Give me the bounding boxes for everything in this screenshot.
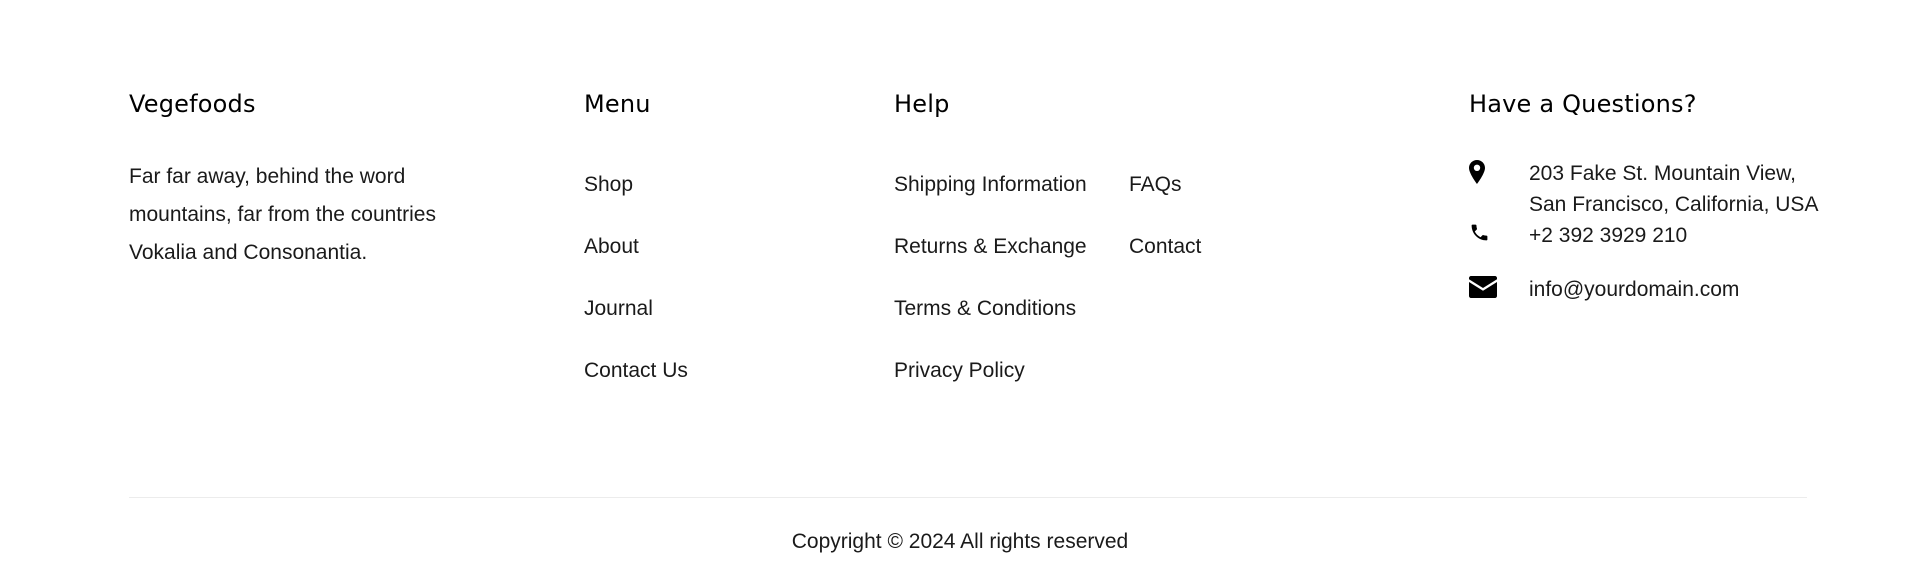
contact-list: 203 Fake St. Mountain View, San Francisc… bbox=[1469, 158, 1829, 314]
help-list-primary: Shipping Information Returns & Exchange … bbox=[894, 172, 1129, 420]
contact-email-item: info@yourdomain.com bbox=[1469, 274, 1829, 314]
help-link-faqs[interactable]: FAQs bbox=[1129, 172, 1182, 198]
help-link-returns[interactable]: Returns & Exchange bbox=[894, 234, 1087, 260]
help-title: Help bbox=[894, 90, 950, 118]
brand-title: Vegefoods bbox=[129, 90, 256, 118]
help-link-contact[interactable]: Contact bbox=[1129, 234, 1201, 260]
footer-help-column: Help Shipping Information Returns & Exch… bbox=[894, 88, 1414, 420]
copyright-text: Copyright © 2024 All rights reserved bbox=[791, 530, 1129, 553]
menu-list-item: About bbox=[584, 234, 844, 296]
contact-title: Have a Questions? bbox=[1469, 90, 1697, 118]
menu-title: Menu bbox=[584, 90, 651, 118]
footer-contact-column: Have a Questions? 203 Fake St. Mountain … bbox=[1469, 88, 1829, 314]
help-list-item: FAQs bbox=[1129, 172, 1329, 234]
menu-list-item: Shop bbox=[584, 172, 844, 234]
menu-link-about[interactable]: About bbox=[584, 234, 639, 260]
help-lists: Shipping Information Returns & Exchange … bbox=[894, 120, 1414, 420]
contact-phone-item: +2 392 3929 210 bbox=[1469, 220, 1829, 274]
help-list-item: Contact bbox=[1129, 234, 1329, 296]
menu-link-contact-us[interactable]: Contact Us bbox=[584, 358, 688, 384]
menu-link-journal[interactable]: Journal bbox=[584, 296, 653, 322]
help-link-shipping[interactable]: Shipping Information bbox=[894, 172, 1087, 198]
contact-address-text: 203 Fake St. Mountain View, San Francisc… bbox=[1529, 162, 1819, 216]
help-link-terms[interactable]: Terms & Conditions bbox=[894, 296, 1076, 322]
help-list-item: Returns & Exchange bbox=[894, 234, 1129, 296]
envelope-icon bbox=[1469, 274, 1529, 298]
contact-phone-text[interactable]: +2 392 3929 210 bbox=[1529, 220, 1687, 251]
contact-email-text[interactable]: info@yourdomain.com bbox=[1529, 274, 1739, 305]
menu-list-item: Journal bbox=[584, 296, 844, 358]
footer-brand-column: Vegefoods Far far away, behind the word … bbox=[129, 88, 489, 272]
menu-list: Shop About Journal Contact Us bbox=[584, 172, 844, 420]
footer-divider bbox=[129, 497, 1807, 498]
map-marker-icon bbox=[1469, 158, 1529, 184]
brand-description: Far far away, behind the word mountains,… bbox=[129, 165, 436, 264]
menu-link-shop[interactable]: Shop bbox=[584, 172, 633, 198]
footer-menu-column: Menu Shop About Journal Contact Us bbox=[584, 88, 844, 420]
help-link-privacy[interactable]: Privacy Policy bbox=[894, 358, 1025, 384]
help-list-item: Shipping Information bbox=[894, 172, 1129, 234]
help-list-item: Privacy Policy bbox=[894, 358, 1129, 420]
menu-list-item: Contact Us bbox=[584, 358, 844, 420]
site-footer: Vegefoods Far far away, behind the word … bbox=[0, 0, 1920, 583]
phone-icon bbox=[1469, 220, 1529, 243]
help-list-secondary: FAQs Contact bbox=[1129, 172, 1329, 420]
help-list-item: Terms & Conditions bbox=[894, 296, 1129, 358]
contact-address-item: 203 Fake St. Mountain View, San Francisc… bbox=[1469, 158, 1829, 220]
